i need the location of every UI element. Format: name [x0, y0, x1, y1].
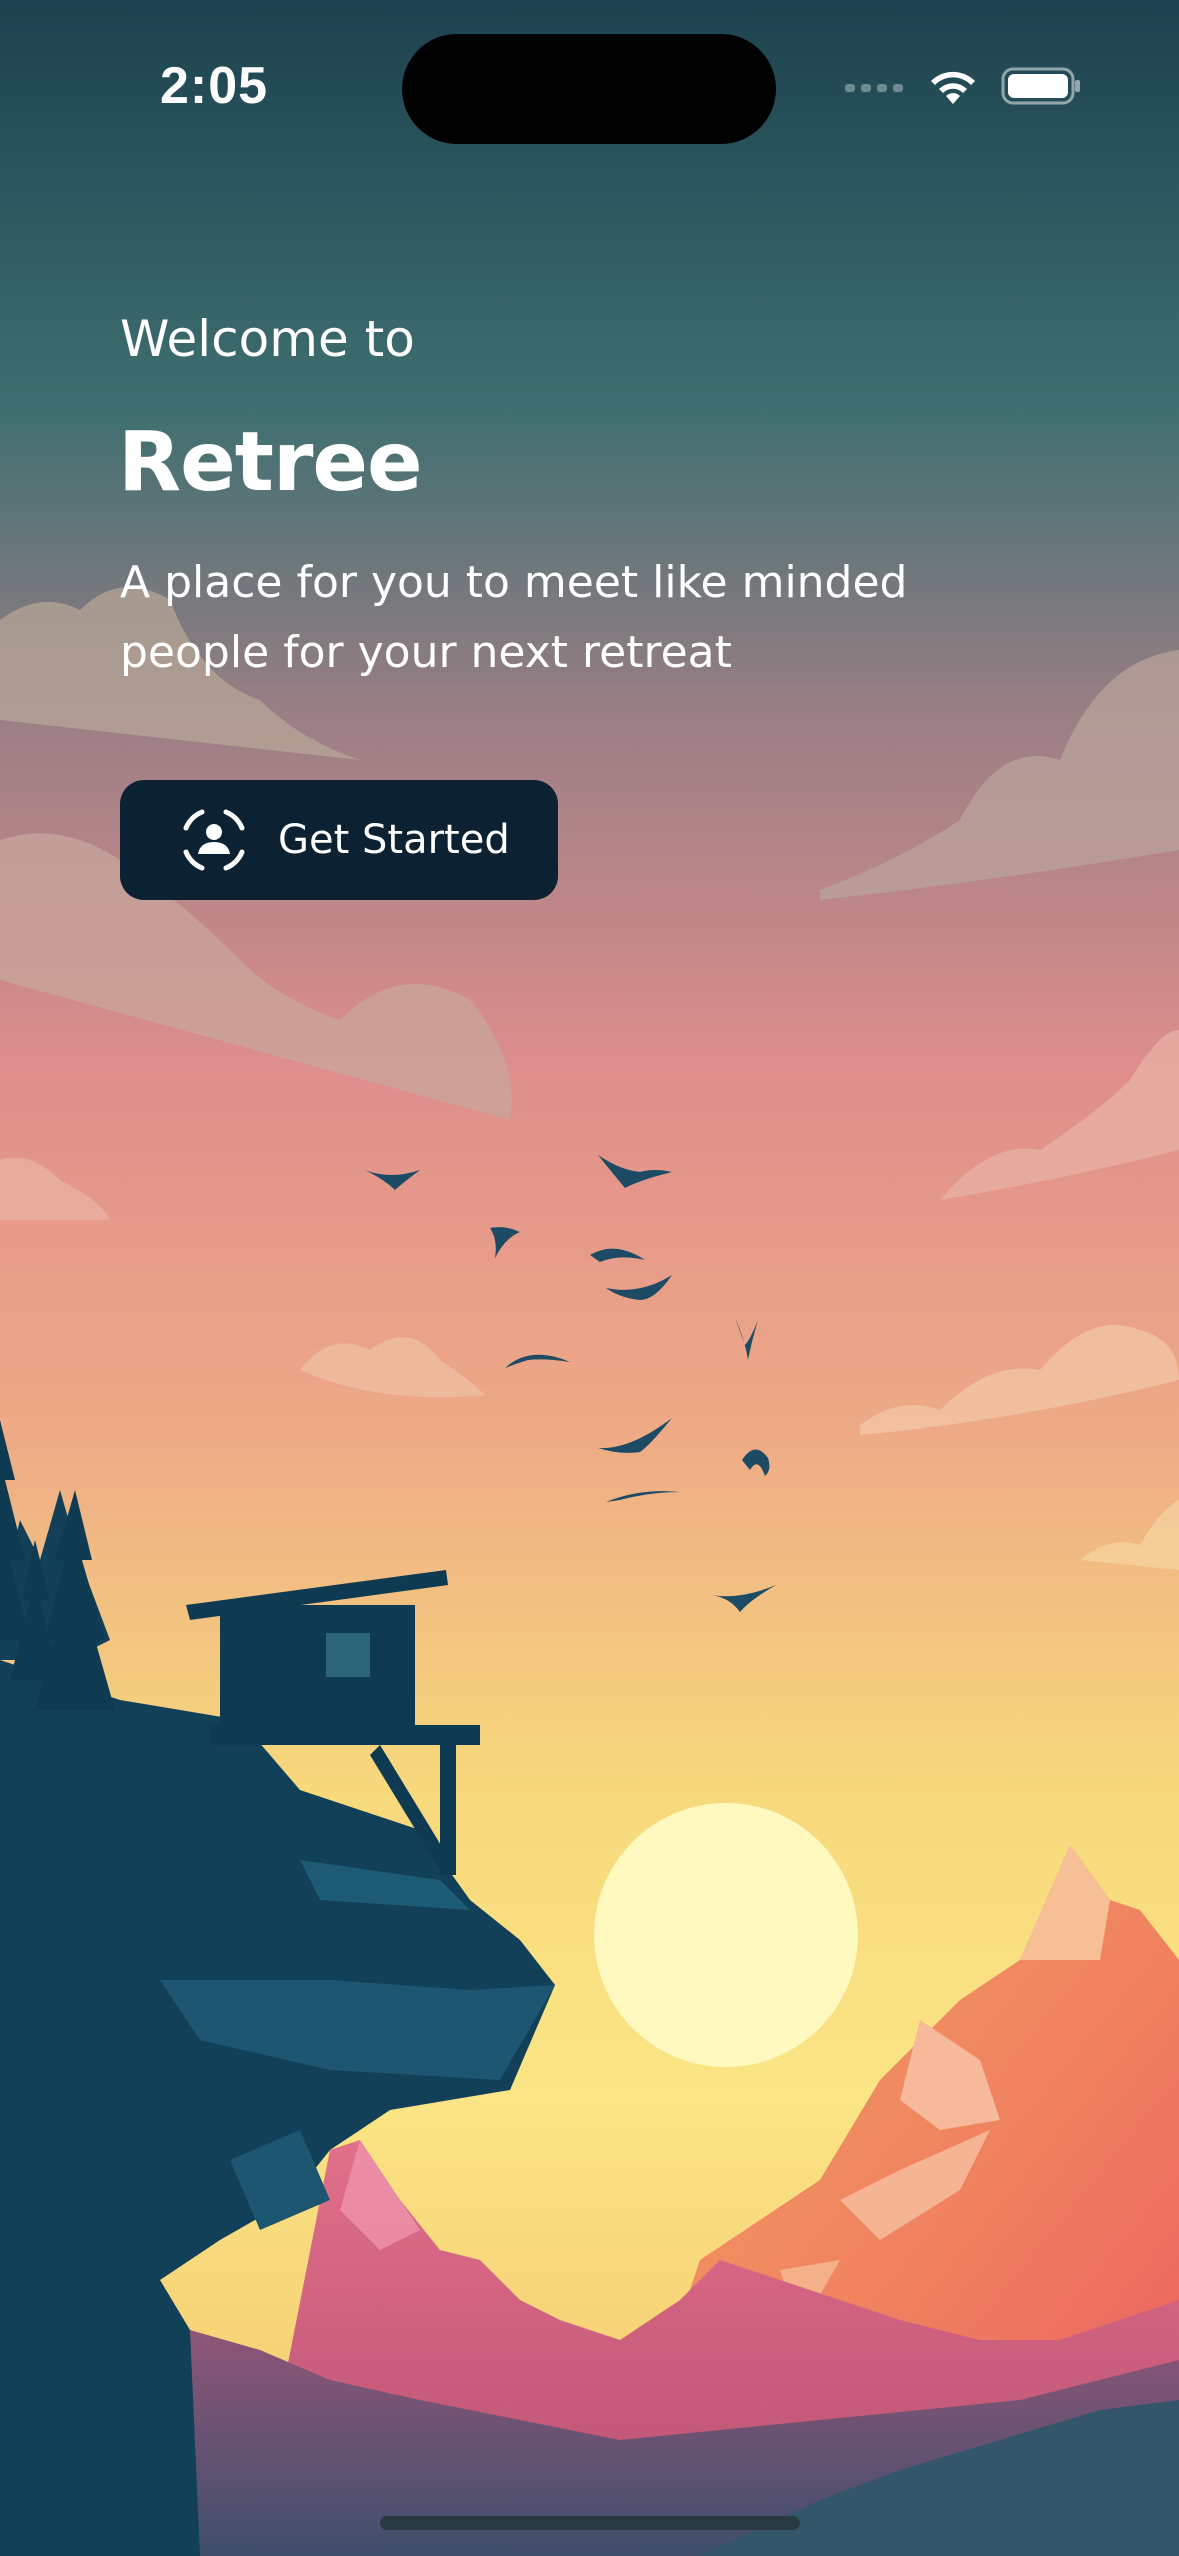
status-icons [845, 64, 1081, 108]
get-started-label: Get Started [278, 817, 510, 863]
app-title: Retree [118, 415, 423, 510]
sun [594, 1803, 858, 2067]
home-indicator[interactable] [380, 2516, 800, 2530]
battery-icon [1001, 67, 1080, 105]
cabin-window [326, 1633, 370, 1677]
cellular-signal-icon [845, 84, 903, 92]
tagline: A place for you to meet like minded peop… [120, 557, 908, 678]
wifi-icon [931, 71, 975, 104]
sunset-cabin-illustration [0, 0, 1179, 2556]
welcome-text: Welcome to [120, 310, 415, 368]
welcome-screen: 2:05 Welcome to Retree A place for you t… [0, 0, 1179, 2556]
user-scan-icon [183, 809, 245, 871]
dynamic-island [402, 34, 776, 144]
get-started-button[interactable]: Get Started [120, 780, 558, 900]
status-time: 2:05 [160, 57, 269, 115]
